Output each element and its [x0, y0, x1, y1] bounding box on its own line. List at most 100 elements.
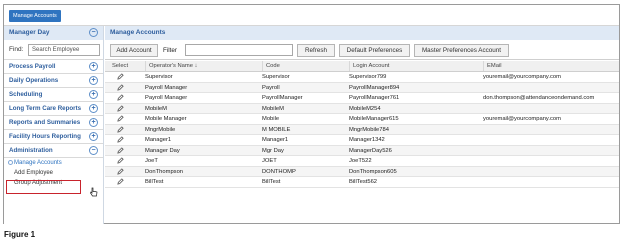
sidebar-item-label: Process Payroll	[9, 63, 56, 70]
sidebar-header: Manager Day −	[4, 26, 103, 40]
operator-name-cell: MobileM	[145, 105, 167, 112]
code-cell: MobileM	[262, 105, 284, 112]
table-row[interactable]: MngrMobile M MOBILE MngrMobile784	[105, 124, 619, 135]
operator-name-cell: Manager1	[145, 137, 172, 143]
toolbar: Add Account Filter Refresh Default Prefe…	[105, 40, 619, 60]
table-row[interactable]: Payroll Manager Payroll PayrollManager894	[105, 82, 619, 93]
code-cell: Mobile	[262, 116, 280, 122]
code-cell: Mgr Day	[262, 147, 284, 154]
operator-name-cell: Payroll Manager	[145, 84, 188, 91]
sidebar-item-administration[interactable]: Administration −	[4, 144, 103, 158]
sidebar-item-reports-and-summaries[interactable]: Reports and Summaries +	[4, 116, 103, 130]
login-account-cell: Manager1342	[349, 137, 385, 143]
bullet-icon	[8, 160, 13, 165]
code-cell: DONTHOMP	[262, 168, 296, 175]
login-account-cell: PayrollManager894	[349, 84, 400, 91]
sidebar-item-process-payroll[interactable]: Process Payroll +	[4, 60, 103, 74]
sidebar-item-scheduling[interactable]: Scheduling +	[4, 88, 103, 102]
operator-name-cell: DonThompson	[145, 168, 184, 175]
expand-circle-icon[interactable]: +	[89, 104, 98, 113]
email-cell: youremail@yourcompany.com	[483, 116, 561, 122]
column-header-email[interactable]: EMail	[483, 61, 619, 71]
default-preferences-button[interactable]: Default Preferences	[339, 44, 410, 57]
hand-cursor-icon	[90, 187, 98, 199]
subitem-manage-accounts[interactable]: Manage Accounts	[4, 158, 103, 168]
selection-highlight	[6, 180, 81, 194]
operator-name-cell: Mobile Manager	[145, 116, 187, 122]
login-account-cell: JoeT522	[349, 158, 372, 164]
refresh-button[interactable]: Refresh	[297, 44, 335, 57]
login-account-cell: MobileManager615	[349, 116, 399, 122]
figure-caption: Figure 1	[4, 230, 36, 239]
table-row[interactable]: Mobile Manager Mobile MobileManager615 your…	[105, 114, 619, 125]
table-row[interactable]: JoeT JOET JoeT522	[105, 156, 619, 167]
app-window: Manage Accounts Manager Day − Find: Sear…	[3, 4, 620, 224]
table-row[interactable]: Supervisor Supervisor Supervisor799 yourema…	[105, 72, 619, 83]
login-account-cell: ManagerDay526	[349, 147, 392, 154]
login-account-cell: Supervisor799	[349, 74, 387, 80]
operator-name-cell: JoeT	[145, 158, 158, 164]
table-row[interactable]: BillTest BillTest BillTest562	[105, 177, 619, 188]
code-cell: PayrollManager	[262, 95, 303, 101]
collapse-circle-icon[interactable]: −	[89, 28, 98, 37]
expand-circle-icon[interactable]: +	[89, 76, 98, 85]
table-row[interactable]: Manager1 Manager1 Manager1342	[105, 135, 619, 146]
table-header-row: Select Operator's Name ↓ Code Login Acco…	[105, 61, 619, 72]
main-panel: Manage Accounts Add Account Filter Refre…	[105, 26, 619, 224]
table-row[interactable]: Payroll Manager PayrollManager PayrollMana…	[105, 93, 619, 104]
login-account-cell: BillTest562	[349, 179, 378, 185]
search-employee-input[interactable]: Search Employee	[28, 44, 100, 56]
column-header-code[interactable]: Code	[262, 61, 347, 71]
main-header: Manage Accounts	[105, 26, 619, 40]
login-account-cell: PayrollManager761	[349, 95, 400, 101]
expand-circle-icon[interactable]: +	[89, 118, 98, 127]
login-account-cell: DonThompson605	[349, 168, 397, 175]
code-cell: Supervisor	[262, 74, 290, 80]
manage-accounts-top-button[interactable]: Manage Accounts	[9, 10, 61, 22]
expand-circle-icon[interactable]: +	[89, 62, 98, 71]
sidebar-title: Manager Day	[9, 29, 50, 36]
expand-circle-icon[interactable]: +	[89, 90, 98, 99]
operator-name-cell: MngrMobile	[145, 126, 176, 133]
subitem-add-employee[interactable]: Add Employee	[4, 168, 103, 178]
sidebar: Manager Day − Find: Search Employee Proc…	[4, 26, 104, 224]
code-cell: Manager1	[262, 137, 289, 143]
table-row[interactable]: Manager Day Mgr Day ManagerDay526	[105, 145, 619, 156]
operator-name-cell: Supervisor	[145, 74, 173, 80]
master-preferences-button[interactable]: Master Preferences Account	[414, 44, 509, 57]
find-label: Find:	[9, 46, 24, 53]
column-header-login-account[interactable]: Login Account	[349, 61, 479, 71]
login-account-cell: MngrMobile784	[349, 126, 389, 133]
email-cell: youremail@yourcompany.com	[483, 74, 561, 80]
sidebar-item-label: Scheduling	[9, 91, 43, 98]
sidebar-item-label: Facility Hours Reporting	[9, 133, 81, 140]
edit-pencil-icon[interactable]	[105, 177, 135, 189]
sidebar-item-daily-operations[interactable]: Daily Operations +	[4, 74, 103, 88]
subitem-label: Add Employee	[14, 170, 54, 176]
top-bar: Manage Accounts	[4, 5, 619, 26]
code-cell: BillTest	[262, 179, 281, 185]
filter-input[interactable]	[185, 44, 293, 56]
collapse-circle-icon[interactable]: −	[89, 146, 98, 155]
column-header-select[interactable]: Select	[105, 61, 135, 71]
code-cell: Payroll	[262, 84, 280, 91]
expand-circle-icon[interactable]: +	[89, 132, 98, 141]
table-row[interactable]: MobileM MobileM MobileM254	[105, 103, 619, 114]
add-account-button[interactable]: Add Account	[110, 44, 158, 57]
operator-name-cell: BillTest	[145, 179, 164, 185]
accounts-table: Select Operator's Name ↓ Code Login Acco…	[105, 61, 619, 188]
operator-name-cell: Manager Day	[145, 147, 180, 154]
table-row[interactable]: DonThompson DONTHOMP DonThompson605	[105, 166, 619, 177]
sidebar-item-label: Daily Operations	[9, 77, 59, 84]
operator-name-cell: Payroll Manager	[145, 95, 188, 101]
subitem-label: Manage Accounts	[14, 160, 62, 166]
sidebar-item-long-term-care-reports[interactable]: Long Term Care Reports +	[4, 102, 103, 116]
sidebar-item-label: Reports and Summaries	[9, 119, 81, 126]
sidebar-item-label: Long Term Care Reports	[9, 105, 82, 112]
column-header-operator-name[interactable]: Operator's Name ↓	[145, 61, 260, 71]
sidebar-item-facility-hours-reporting[interactable]: Facility Hours Reporting +	[4, 130, 103, 144]
login-account-cell: MobileM254	[349, 105, 381, 112]
code-cell: M MOBILE	[262, 126, 291, 133]
find-row: Find: Search Employee	[4, 40, 103, 60]
email-cell: don.thompson@attendanceondemand.com	[483, 95, 595, 101]
